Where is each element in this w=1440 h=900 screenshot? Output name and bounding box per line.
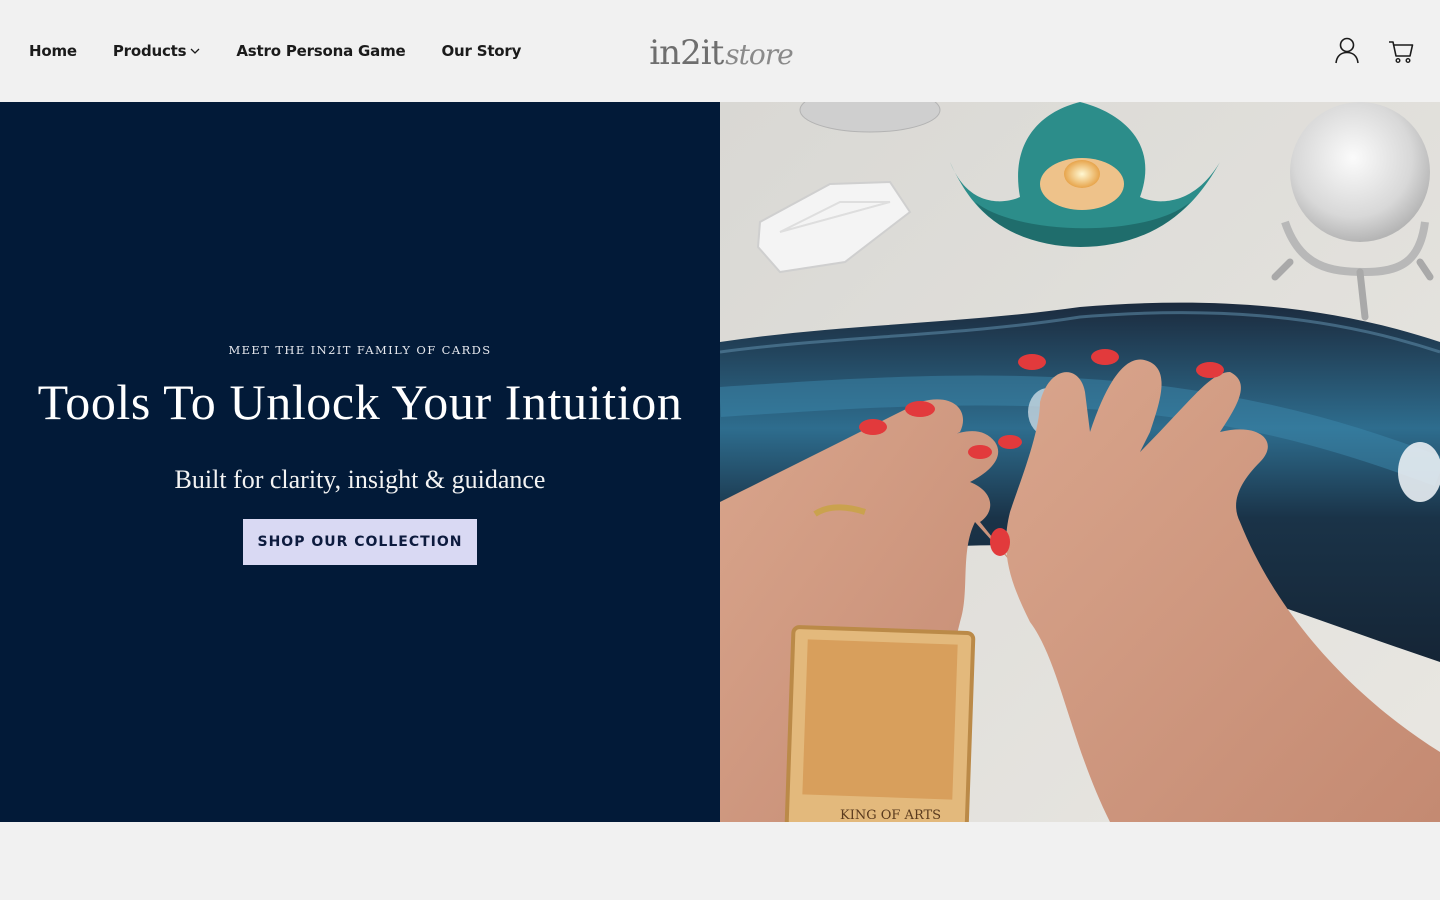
hero-banner: MEET THE IN2IT FAMILY OF CARDS Tools To … bbox=[0, 102, 1440, 822]
chevron-down-icon bbox=[190, 48, 200, 54]
hero-headline: Tools To Unlock Your Intuition bbox=[37, 374, 683, 430]
page-below-fold bbox=[0, 822, 1440, 900]
logo-sub: store bbox=[725, 38, 793, 71]
nav-home-label: Home bbox=[29, 42, 77, 60]
nav-products[interactable]: Products bbox=[113, 42, 201, 60]
main-nav: Home Products Astro Persona Game Our Sto… bbox=[29, 0, 557, 102]
account-icon[interactable] bbox=[1334, 36, 1360, 64]
hero-text-panel: MEET THE IN2IT FAMILY OF CARDS Tools To … bbox=[0, 102, 720, 822]
logo-main: in2it bbox=[649, 33, 724, 73]
hero-eyebrow: MEET THE IN2IT FAMILY OF CARDS bbox=[228, 343, 492, 357]
header-actions bbox=[1334, 36, 1414, 64]
tarot-card: KING OF ARTS bbox=[784, 625, 976, 822]
card-caption: KING OF ARTS bbox=[840, 808, 941, 822]
tarot-cards-hands-image: KING OF ARTS bbox=[720, 102, 1440, 822]
cart-icon[interactable] bbox=[1388, 36, 1414, 64]
nav-our-story[interactable]: Our Story bbox=[441, 42, 521, 60]
nav-home[interactable]: Home bbox=[29, 42, 77, 60]
nav-astro-label: Astro Persona Game bbox=[236, 42, 406, 60]
hero-video[interactable]: KING OF ARTS bbox=[720, 102, 1440, 822]
shop-collection-button[interactable]: SHOP OUR COLLECTION bbox=[243, 519, 477, 565]
site-header: Home Products Astro Persona Game Our Sto… bbox=[0, 0, 1440, 102]
nav-products-label: Products bbox=[112, 42, 187, 60]
site-logo[interactable]: in2itstore bbox=[646, 20, 796, 86]
hero-subline: Built for clarity, insight & guidance bbox=[174, 465, 546, 494]
nav-story-label: Our Story bbox=[441, 42, 522, 60]
nav-astro-persona-game[interactable]: Astro Persona Game bbox=[236, 42, 405, 60]
